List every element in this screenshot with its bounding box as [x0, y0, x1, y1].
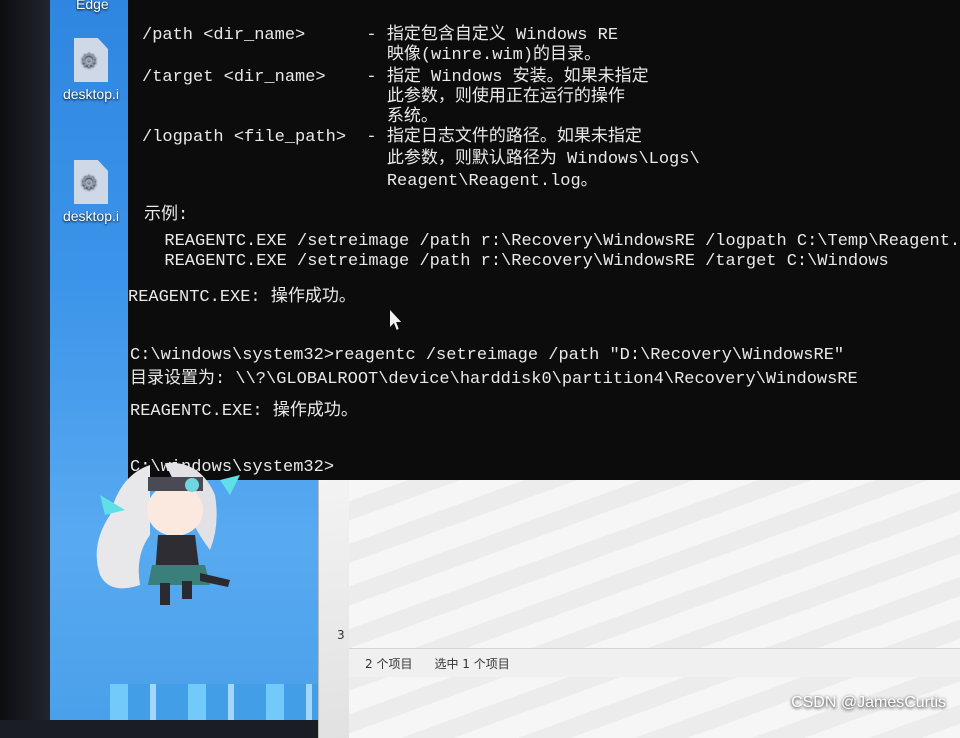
desktop-file-icon[interactable]: desktop.i — [56, 38, 126, 102]
terminal-line: /logpath <file_path> - 指定日志文件的路径。如果未指定 — [142, 128, 642, 147]
terminal-line: /target <dir_name> - 指定 Windows 安装。如果未指定 — [142, 68, 649, 87]
terminal-line: 目录设置为: \\?\GLOBALROOT\device\harddisk0\p… — [130, 370, 858, 389]
terminal-line: 示例: — [144, 206, 189, 225]
desktop-icon-label: desktop.i — [62, 208, 120, 224]
terminal-output: /path <dir_name> - 指定包含自定义 Windows RE 映像… — [128, 0, 960, 480]
terminal-line: 此参数，则使用正在运行的操作 — [142, 88, 625, 107]
anime-mascot-icon — [96, 462, 240, 605]
item-count-text: 2 个项目 — [365, 656, 413, 671]
settings-file-icon — [74, 160, 108, 204]
settings-file-icon — [74, 38, 108, 82]
terminal-line: 系统。 — [142, 108, 438, 127]
selected-count-text: 选中 1 个项目 — [434, 656, 510, 671]
terminal-line: 此参数，则默认路径为 Windows\Logs\ — [142, 150, 700, 169]
desktop-icon-edge-label[interactable]: Edge — [76, 0, 109, 12]
explorer-side-number: 3 — [337, 628, 345, 642]
terminal-line: 映像(winre.wim)的目录。 — [142, 46, 602, 65]
csdn-watermark: CSDN @JamesCurtis — [791, 694, 946, 711]
terminal-line: Reagent\Reagent.log。 — [142, 172, 598, 191]
explorer-status-bar: 2 个项目 选中 1 个项目 — [349, 648, 960, 677]
terminal-line: C:\windows\system32>reagentc /setreimage… — [130, 346, 845, 365]
terminal-line: REAGENTC.EXE: 操作成功。 — [130, 402, 358, 421]
desktop-file-icon[interactable]: desktop.i — [56, 160, 126, 224]
command-prompt-window[interactable]: /path <dir_name> - 指定包含自定义 Windows RE 映像… — [128, 0, 960, 480]
terminal-line: /path <dir_name> - 指定包含自定义 Windows RE — [142, 26, 619, 45]
terminal-line: REAGENTC.EXE /setreimage /path r:\Recove… — [144, 232, 960, 251]
terminal-line: REAGENTC.EXE /setreimage /path r:\Recove… — [144, 252, 889, 271]
desktop-icon-label: desktop.i — [62, 86, 120, 102]
terminal-line: REAGENTC.EXE: 操作成功。 — [128, 288, 356, 307]
